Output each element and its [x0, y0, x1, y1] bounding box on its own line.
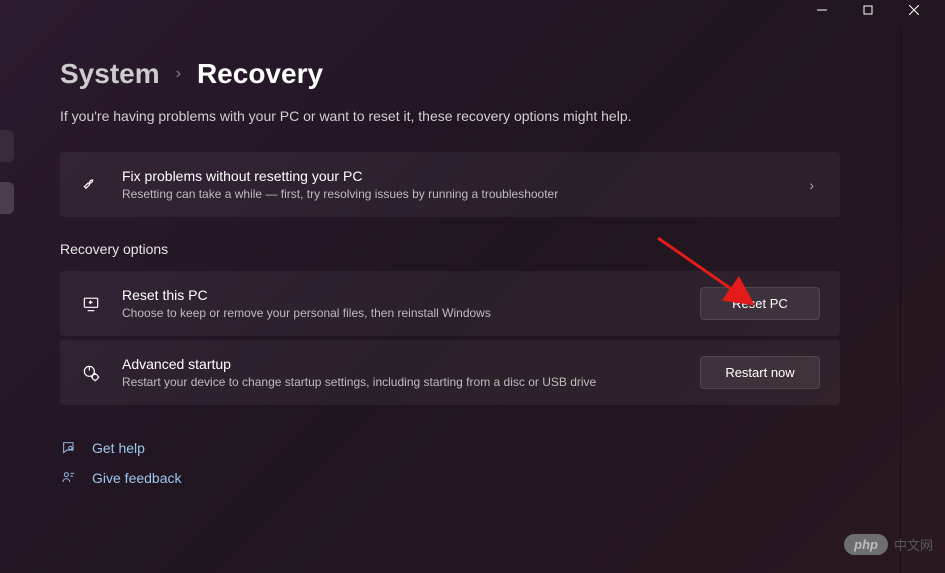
give-feedback-link[interactable]: Give feedback: [60, 463, 840, 493]
watermark-badge: php: [844, 534, 888, 555]
feedback-icon: [60, 469, 78, 487]
get-help-link[interactable]: Get help: [60, 433, 840, 463]
breadcrumb: System › Recovery: [60, 58, 840, 90]
reset-desc: Choose to keep or remove your personal f…: [122, 306, 680, 320]
page-title: Recovery: [197, 58, 323, 90]
watermark-text: 中文网: [894, 535, 933, 554]
feedback-label: Give feedback: [92, 470, 182, 486]
troubleshoot-title: Fix problems without resetting your PC: [122, 168, 783, 184]
power-gear-icon: [80, 362, 102, 384]
advanced-desc: Restart your device to change startup se…: [122, 375, 680, 389]
reset-text: Reset this PC Choose to keep or remove y…: [122, 287, 680, 320]
chevron-right-icon: ›: [176, 65, 181, 83]
wrench-icon: [80, 174, 102, 196]
reset-title: Reset this PC: [122, 287, 680, 303]
section-header: Recovery options: [60, 241, 840, 257]
watermark: php 中文网: [844, 534, 933, 555]
titlebar: [0, 0, 945, 28]
troubleshoot-text: Fix problems without resetting your PC R…: [122, 168, 783, 201]
help-links: Get help Give feedback: [60, 433, 840, 493]
help-icon: [60, 439, 78, 457]
breadcrumb-parent[interactable]: System: [60, 58, 160, 90]
advanced-text: Advanced startup Restart your device to …: [122, 356, 680, 389]
minimize-button[interactable]: [799, 0, 845, 20]
reset-pc-button[interactable]: Reset PC: [700, 287, 820, 320]
maximize-button[interactable]: [845, 0, 891, 20]
restart-now-button[interactable]: Restart now: [700, 356, 820, 389]
troubleshoot-desc: Resetting can take a while — first, try …: [122, 187, 783, 201]
page-subtitle: If you're having problems with your PC o…: [60, 108, 840, 124]
chevron-right-icon: ›: [803, 177, 820, 193]
advanced-title: Advanced startup: [122, 356, 680, 372]
main-content: System › Recovery If you're having probl…: [0, 28, 880, 493]
close-button[interactable]: [891, 0, 937, 20]
help-label: Get help: [92, 440, 145, 456]
reset-icon: [80, 293, 102, 315]
troubleshoot-card[interactable]: Fix problems without resetting your PC R…: [60, 152, 840, 217]
advanced-startup-card: Advanced startup Restart your device to …: [60, 340, 840, 405]
reset-pc-card: Reset this PC Choose to keep or remove y…: [60, 271, 840, 336]
right-border: [900, 26, 901, 573]
